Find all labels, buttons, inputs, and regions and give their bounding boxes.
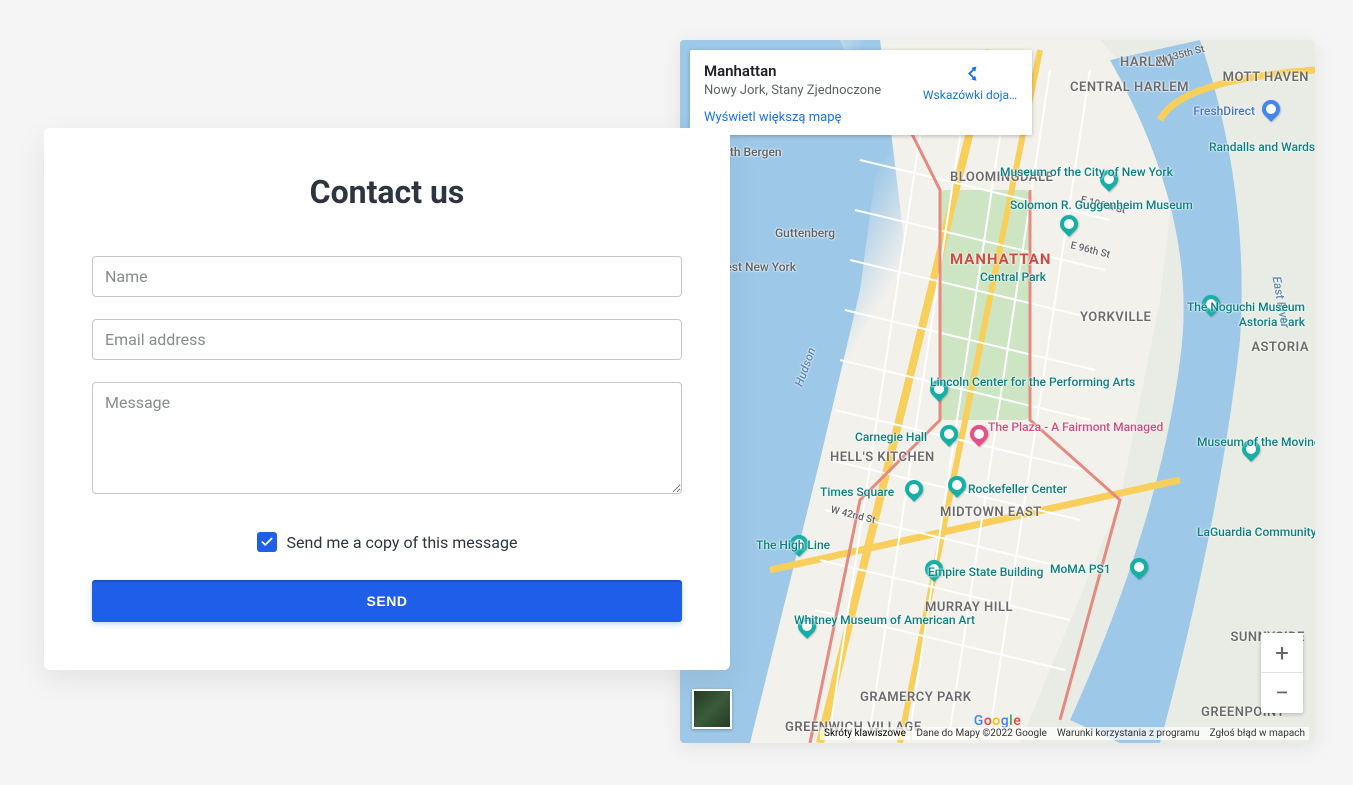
map-label-central-harlem: CENTRAL HARLEM: [1070, 80, 1189, 95]
map-container[interactable]: HARLEM CENTRAL HARLEM MOTT HAVEN BLOOMIN…: [680, 40, 1315, 743]
directions-icon: [959, 62, 981, 84]
map-label-whitney: Whitney Museum of American Art: [794, 613, 924, 627]
copy-checkbox-row: Send me a copy of this message: [92, 532, 682, 552]
view-larger-map-link[interactable]: Wyświetl większą mapę: [704, 110, 1018, 125]
map-footer: Dane do Mapy ©2022 Google Warunki korzys…: [912, 727, 1309, 740]
map-terms-link[interactable]: Warunki korzystania z programu: [1057, 728, 1200, 739]
map-label-astoria-park: Astoria Park: [1239, 315, 1305, 329]
copy-checkbox[interactable]: [257, 532, 277, 552]
zoom-in-button[interactable]: +: [1261, 633, 1303, 673]
map-data-attribution: Dane do Mapy ©2022 Google: [916, 728, 1046, 739]
map-info-card: Manhattan Nowy Jork, Stany Zjednoczone W…: [690, 50, 1032, 135]
map-label-guttenberg: Guttenberg: [775, 226, 835, 240]
name-input[interactable]: [92, 256, 682, 297]
map-label-laguardia: LaGuardia Community College: [1197, 525, 1307, 539]
map-label-randalls: Randalls and Wards Island: [1209, 140, 1309, 154]
map-label-manhattan: MANHATTAN: [950, 250, 1051, 268]
map-label-lincoln: Lincoln Center for the Performing Arts: [930, 375, 1070, 389]
zoom-out-button[interactable]: −: [1261, 673, 1303, 713]
map-label-central-park: Central Park: [980, 270, 1046, 284]
map-label-midtown-east: MIDTOWN EAST: [940, 505, 1042, 520]
contact-card: Contact us Send me a copy of this messag…: [44, 128, 730, 670]
map-label-moma-ps1: MoMA PS1: [1050, 562, 1111, 576]
map-report-link[interactable]: Zgłoś błąd w mapach: [1210, 728, 1305, 739]
copy-checkbox-label: Send me a copy of this message: [287, 533, 518, 552]
map-label-freshdirect: FreshDirect: [1193, 104, 1255, 118]
map-label-guggenheim: Solomon R. Guggenheim Museum: [1010, 198, 1193, 212]
map-label-rockefeller: Rockefeller Center: [968, 482, 1067, 496]
zoom-controls: + −: [1261, 633, 1303, 713]
contact-title: Contact us: [92, 173, 682, 211]
email-input[interactable]: [92, 319, 682, 360]
map-label-empire: Empire State Building: [928, 565, 1043, 579]
directions-label: Wskazówki doja…: [923, 88, 1017, 102]
satellite-toggle[interactable]: [692, 689, 732, 729]
map-label-yorkville: YORKVILLE: [1080, 310, 1151, 325]
map-label-times-sq: Times Square: [820, 485, 894, 499]
map-label-hells-kitchen: HELL'S KITCHEN: [830, 450, 935, 465]
message-textarea[interactable]: [92, 382, 682, 494]
map-label-carnegie: Carnegie Hall: [855, 430, 927, 444]
map-label-moving-image: Museum of the Moving Image: [1197, 435, 1307, 449]
send-button[interactable]: SEND: [92, 580, 682, 622]
map-keyboard-shortcuts[interactable]: Skróty klawiszowe: [820, 727, 910, 740]
map-label-noguchi: The Noguchi Museum: [1187, 300, 1305, 314]
map-label-plaza: The Plaza - A Fairmont Managed: [988, 420, 1108, 434]
map-canvas[interactable]: HARLEM CENTRAL HARLEM MOTT HAVEN BLOOMIN…: [680, 40, 1315, 743]
map-label-museum-city: Museum of the City of New York: [1000, 165, 1095, 179]
check-icon: [260, 535, 274, 549]
map-label-high-line: The High Line: [756, 538, 830, 552]
map-label-mott-haven: MOTT HAVEN: [1223, 70, 1309, 85]
map-label-gramercy: GRAMERCY PARK: [860, 690, 972, 705]
map-label-astoria: ASTORIA: [1251, 340, 1309, 355]
directions-link[interactable]: Wskazówki doja…: [920, 62, 1020, 102]
